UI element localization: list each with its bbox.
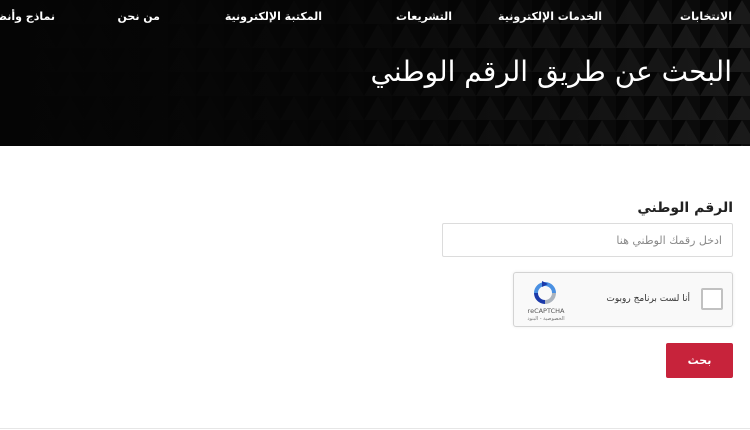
nav-item-forms[interactable]: نماذج وأنظ xyxy=(0,8,55,26)
page-title: البحث عن طريق الرقم الوطني xyxy=(370,55,732,88)
nav-item-e-services[interactable]: الخدمات الإلكترونية xyxy=(498,8,602,26)
nav-item-elections[interactable]: الانتخابات xyxy=(680,8,732,26)
nav-item-legislation[interactable]: التشريعات xyxy=(396,8,452,26)
recaptcha-brand: reCAPTCHA xyxy=(527,307,565,315)
recaptcha-links[interactable]: الخصوصية - البنود xyxy=(520,316,572,323)
national-number-input[interactable] xyxy=(442,223,733,257)
nav-item-about-us[interactable]: من نحن xyxy=(118,8,161,26)
recaptcha-label: أنا لست برنامج روبوت xyxy=(606,294,690,304)
hero-banner: الانتخابات الخدمات الإلكترونية التشريعات… xyxy=(0,0,750,146)
national-number-label: الرقم الوطني xyxy=(637,200,733,216)
footer-divider xyxy=(0,428,750,429)
search-button[interactable]: بحث xyxy=(666,343,733,378)
recaptcha-logo-icon xyxy=(534,281,556,304)
recaptcha-checkbox[interactable] xyxy=(701,288,723,310)
nav-item-e-library[interactable]: المكتبة الإلكترونية xyxy=(225,8,322,26)
recaptcha-widget: أنا لست برنامج روبوت reCAPTCHA الخصوصية … xyxy=(513,272,733,327)
main-navigation: الانتخابات الخدمات الإلكترونية التشريعات… xyxy=(0,8,750,28)
